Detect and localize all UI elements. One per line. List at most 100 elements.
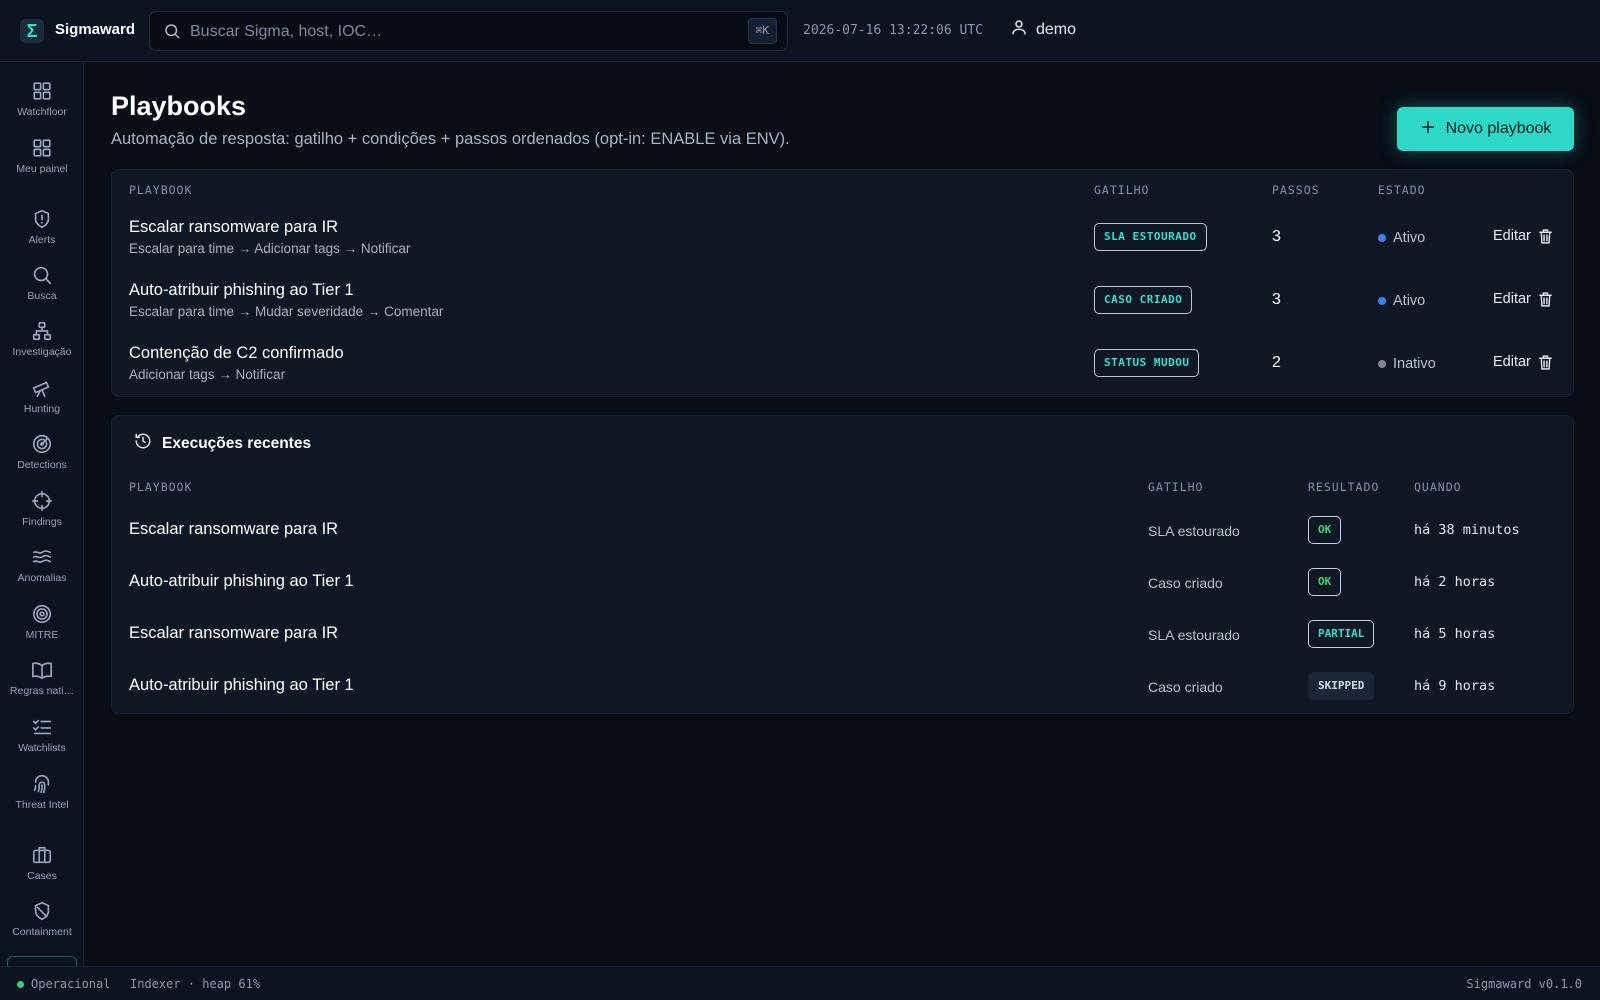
sidebar-item-label: Regras nati… — [9, 685, 75, 697]
sidebar-item-investigacao[interactable]: Investigação — [0, 320, 84, 376]
execution-time: há 2 horas — [1414, 574, 1496, 590]
trash-icon[interactable] — [1537, 227, 1554, 251]
status-dot — [1378, 297, 1386, 305]
sidebar-item-label: Busca — [27, 290, 57, 302]
trigger-badge: SLA ESTOURADO — [1094, 223, 1207, 251]
execution-playbook-name[interactable]: Auto-atribuir phishing ao Tier 1 — [129, 572, 354, 591]
playbook-name[interactable]: Contenção de C2 confirmado — [129, 344, 344, 363]
sidebar-item-findings[interactable]: Findings — [0, 490, 84, 546]
new-playbook-button[interactable]: Novo playbook — [1397, 107, 1574, 151]
playbooks-table: PLAYBOOK GATILHO PASSOS ESTADO Escalar r… — [111, 169, 1574, 397]
execution-trigger: Caso criado — [1148, 575, 1223, 591]
status-bar: Operacional Indexer · heap 61% Sigmaward… — [0, 966, 1600, 1000]
trigger-badge: STATUS MUDOU — [1094, 349, 1200, 377]
execution-trigger: SLA estourado — [1148, 627, 1240, 643]
shield-off-icon — [0, 900, 84, 924]
sidebar-item-label: Findings — [22, 516, 62, 528]
column-header-state: ESTADO — [1378, 183, 1426, 197]
sidebar-item-label: Anomalias — [17, 572, 67, 584]
result-badge: OK — [1308, 516, 1342, 544]
state-label: Ativo — [1393, 230, 1426, 246]
column-header-steps: PASSOS — [1272, 183, 1320, 197]
sidebar-item-regras[interactable]: Regras nati… — [0, 659, 84, 715]
search-input[interactable] — [190, 20, 730, 44]
sidebar-item-cases[interactable]: Cases — [0, 844, 84, 900]
history-icon — [134, 432, 152, 455]
table-row[interactable]: Escalar ransomware para IR Escalar para … — [112, 208, 1575, 271]
sidebar-item-alerts[interactable]: Alerts — [0, 208, 84, 264]
trigger-badge: CASO CRIADO — [1094, 286, 1193, 314]
table-row[interactable]: Auto-atribuir phishing ao Tier 1 Caso cr… — [112, 558, 1575, 610]
status-dot — [17, 981, 24, 988]
brand-name: Sigmaward — [55, 21, 135, 38]
sidebar-item-anomalias[interactable]: Anomalias — [0, 546, 84, 602]
plus-icon — [1420, 119, 1436, 140]
execution-playbook-name[interactable]: Escalar ransomware para IR — [129, 520, 338, 539]
sidebar-item-label: Hunting — [23, 403, 61, 415]
playbook-steps-description: Adicionar tags → Notificar — [129, 367, 286, 382]
sidebar-footer-button[interactable] — [7, 956, 77, 966]
sidebar-item-label: Cases — [27, 870, 57, 882]
page-subtitle: Automação de resposta: gatilho + condiçõ… — [111, 130, 790, 148]
column-header-playbook: PLAYBOOK — [129, 480, 193, 494]
column-header-trigger: GATILHO — [1148, 480, 1204, 494]
execution-trigger: Caso criado — [1148, 679, 1223, 695]
edit-button[interactable]: Editar — [1493, 291, 1531, 307]
user-menu[interactable]: demo — [1010, 18, 1076, 41]
briefcase-icon — [0, 844, 84, 868]
sidebar-item-hunting[interactable]: Hunting — [0, 377, 84, 433]
grid-icon — [0, 80, 84, 104]
sidebar: Watchfloor Meu painel Alerts Busca Inves… — [0, 62, 84, 966]
state-label: Inativo — [1393, 356, 1436, 372]
sidebar-item-meu-painel[interactable]: Meu painel — [0, 137, 84, 193]
trash-icon[interactable] — [1537, 290, 1554, 314]
result-badge: OK — [1308, 568, 1342, 596]
sidebar-item-detections[interactable]: Detections — [0, 433, 84, 489]
sidebar-item-threat-intel[interactable]: Threat Intel — [0, 773, 84, 829]
panel-title: Execuções recentes — [162, 434, 312, 452]
table-row[interactable]: Contenção de C2 confirmado Adicionar tag… — [112, 334, 1575, 397]
table-row[interactable]: Auto-atribuir phishing ao Tier 1 Caso cr… — [112, 662, 1575, 714]
sidebar-item-label: Watchlists — [18, 742, 66, 754]
waves-icon — [0, 546, 84, 570]
sidebar-item-busca[interactable]: Busca — [0, 264, 84, 320]
fingerprint-icon — [0, 773, 84, 797]
search-box[interactable]: ⌘K — [149, 11, 788, 51]
execution-time: há 5 horas — [1414, 626, 1496, 642]
column-header-result: RESULTADO — [1308, 480, 1380, 494]
shortcut-hint: ⌘K — [747, 18, 777, 44]
sidebar-item-label: Threat Intel — [15, 799, 69, 811]
execution-playbook-name[interactable]: Escalar ransomware para IR — [129, 624, 338, 643]
book-icon — [0, 659, 84, 683]
user-icon — [1010, 18, 1028, 41]
edit-button[interactable]: Editar — [1493, 228, 1531, 244]
list-checks-icon — [0, 716, 84, 740]
app-version: Sigmaward v0.1.0 — [1466, 977, 1582, 991]
page-title: Playbooks — [111, 91, 247, 121]
sidebar-item-watchfloor[interactable]: Watchfloor — [0, 80, 84, 136]
execution-trigger: SLA estourado — [1148, 523, 1240, 539]
execution-playbook-name[interactable]: Auto-atribuir phishing ao Tier 1 — [129, 676, 354, 695]
state-indicator: Ativo — [1378, 293, 1425, 309]
state-indicator: Inativo — [1378, 356, 1436, 372]
table-row[interactable]: Escalar ransomware para IR SLA estourado… — [112, 610, 1575, 662]
state-label: Ativo — [1393, 293, 1426, 309]
playbook-name[interactable]: Escalar ransomware para IR — [129, 218, 338, 237]
sidebar-item-label: Meu painel — [16, 163, 68, 175]
sidebar-item-label: MITRE — [25, 629, 59, 641]
search-icon — [0, 264, 84, 288]
sidebar-item-watchlists[interactable]: Watchlists — [0, 716, 84, 772]
new-playbook-label: Novo playbook — [1445, 120, 1552, 137]
edit-button[interactable]: Editar — [1493, 354, 1531, 370]
logo[interactable]: Σ — [20, 19, 44, 43]
column-header-trigger: GATILHO — [1094, 183, 1150, 197]
trash-icon[interactable] — [1537, 353, 1554, 377]
crosshair-icon — [0, 490, 84, 514]
sidebar-item-containment[interactable]: Containment — [0, 900, 84, 956]
table-row[interactable]: Escalar ransomware para IR SLA estourado… — [112, 506, 1575, 558]
sidebar-item-label: Watchfloor — [17, 106, 67, 118]
status-dot — [1378, 360, 1386, 368]
table-row[interactable]: Auto-atribuir phishing ao Tier 1 Escalar… — [112, 271, 1575, 334]
playbook-name[interactable]: Auto-atribuir phishing ao Tier 1 — [129, 281, 354, 300]
sidebar-item-mitre[interactable]: MITRE — [0, 603, 84, 659]
